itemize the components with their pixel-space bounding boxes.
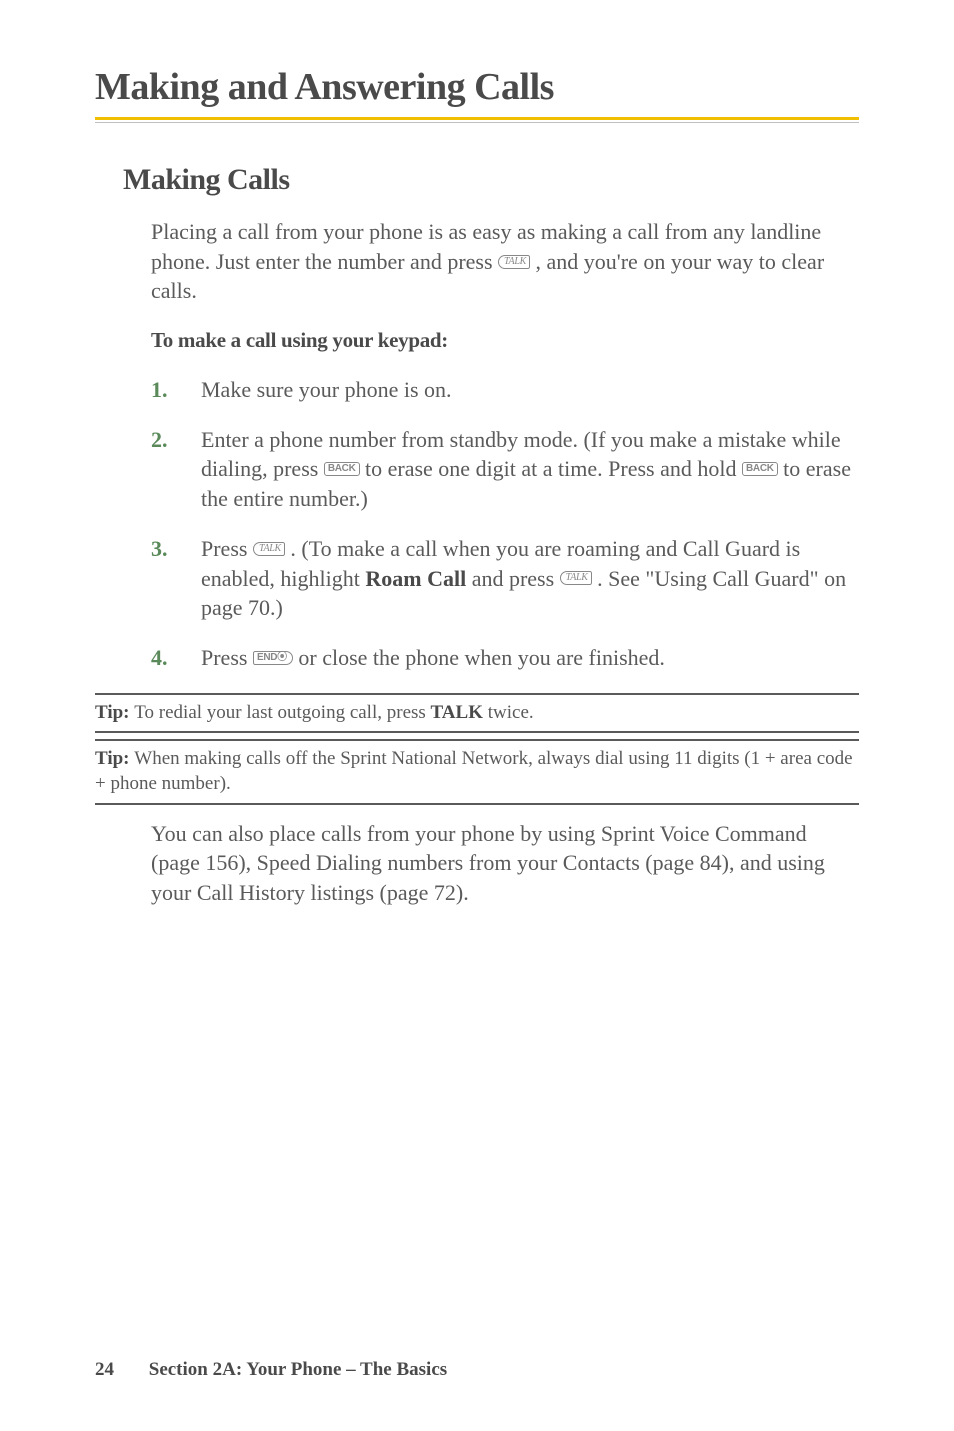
tip-text: twice.: [488, 702, 534, 723]
page-number: 24: [95, 1359, 114, 1380]
instruction-heading: To make a call using your keypad:: [151, 328, 859, 353]
text: and press: [472, 566, 560, 591]
heading-underline-gray: [95, 122, 859, 123]
list-item-2: 2. Enter a phone number from standby mod…: [151, 425, 859, 514]
list-item-3: 3. Press TALK . (To make a call when you…: [151, 534, 859, 623]
talk-bold: TALK: [431, 702, 483, 723]
talk-key-icon: TALK: [560, 571, 592, 585]
text: Press: [201, 536, 253, 561]
numbered-list: 1. Make sure your phone is on. 2. Enter …: [151, 375, 859, 673]
tip-block-2: Tip: When making calls off the Sprint Na…: [95, 739, 859, 804]
list-content: Make sure your phone is on.: [201, 375, 859, 405]
tip-label: Tip:: [95, 702, 134, 723]
list-item-4: 4. Press END⦿ or close the phone when yo…: [151, 643, 859, 673]
intro-paragraph: Placing a call from your phone is as eas…: [151, 217, 859, 306]
list-content: Enter a phone number from standby mode. …: [201, 425, 859, 514]
list-number: 1.: [151, 375, 201, 405]
list-content: Press TALK . (To make a call when you ar…: [201, 534, 859, 623]
tip-text: When making calls off the Sprint Nationa…: [95, 748, 853, 794]
tip-text: To redial your last outgoing call, press: [134, 702, 430, 723]
page-footer: 24 Section 2A: Your Phone – The Basics: [95, 1359, 447, 1381]
sub-heading: Making Calls: [123, 163, 859, 197]
list-number: 3.: [151, 534, 201, 623]
back-key-icon: BACK: [742, 462, 778, 476]
section-label: Section 2A: Your Phone – The Basics: [149, 1359, 447, 1380]
text: or close the phone when you are finished…: [298, 645, 665, 670]
end-key-icon: END⦿: [253, 651, 293, 665]
closing-paragraph: You can also place calls from your phone…: [151, 819, 859, 908]
list-number: 2.: [151, 425, 201, 514]
talk-key-icon: TALK: [253, 542, 285, 556]
talk-key-icon: TALK: [498, 255, 530, 269]
list-item-1: 1. Make sure your phone is on.: [151, 375, 859, 405]
heading-underline-yellow: [95, 117, 859, 120]
text: to erase one digit at a time. Press and …: [365, 456, 742, 481]
text: Press: [201, 645, 253, 670]
tip-label: Tip:: [95, 748, 134, 769]
back-key-icon: BACK: [324, 462, 360, 476]
main-heading: Making and Answering Calls: [95, 65, 859, 109]
list-number: 4.: [151, 643, 201, 673]
tip-block-1: Tip: To redial your last outgoing call, …: [95, 693, 859, 734]
list-content: Press END⦿ or close the phone when you a…: [201, 643, 859, 673]
roam-call-bold: Roam Call: [365, 566, 466, 591]
